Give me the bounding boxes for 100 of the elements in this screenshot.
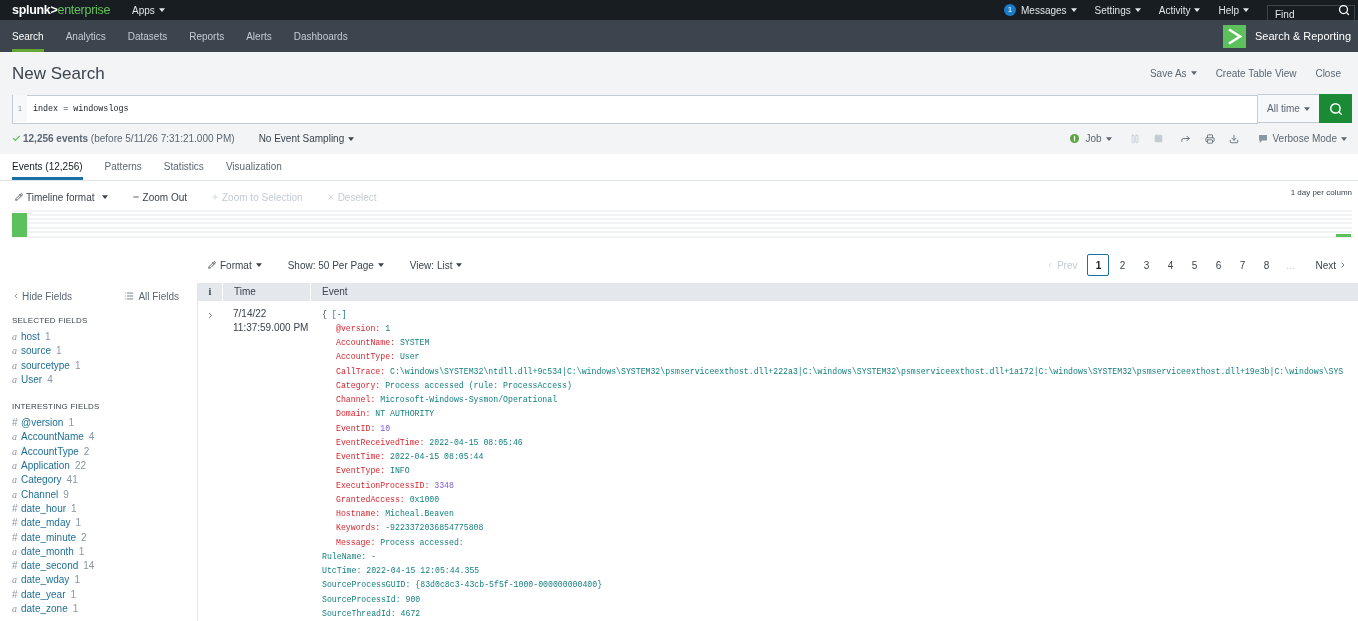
page-number[interactable]: 7	[1231, 254, 1254, 276]
page-number[interactable]: 8	[1255, 254, 1278, 276]
search-icon	[1328, 101, 1343, 116]
field-type-mark: a	[12, 444, 18, 459]
field-link[interactable]: date_second	[21, 559, 79, 574]
sampling-menu[interactable]: No Event Sampling	[258, 131, 355, 146]
field-type-mark: a	[12, 330, 18, 344]
field-value: NT AUTHORITY	[375, 408, 435, 421]
close-icon	[326, 193, 335, 201]
field-link[interactable]: date_zone	[21, 602, 68, 617]
page-number[interactable]: 6	[1207, 254, 1230, 276]
page-number[interactable]: 2	[1111, 254, 1134, 276]
message-line: SourceThreadId: 4672	[322, 607, 421, 620]
check-icon	[12, 134, 21, 143]
field-link[interactable]: host	[21, 330, 40, 345]
field-link[interactable]: sourcetype	[21, 358, 70, 373]
result-tab[interactable]: Events (12,256)	[12, 154, 83, 180]
field-value: 0x1000	[409, 493, 440, 506]
curved-arrow-icon[interactable]	[1179, 133, 1191, 144]
field-key: CallTrace:	[336, 364, 386, 379]
field-link[interactable]: AccountName	[21, 430, 84, 445]
field-count: 1	[44, 330, 51, 344]
field-link[interactable]: Category	[21, 473, 62, 488]
field-value: Micheal.Beaven	[385, 508, 454, 520]
top-menu-item[interactable]: 1 Messages	[1004, 0, 1077, 20]
field-link[interactable]: date_wday	[21, 573, 70, 588]
top-menu-item[interactable]: Settings	[1094, 0, 1141, 20]
field-value: 2022-04-15 08:05:46	[429, 436, 523, 449]
field-value: -9223372036854775808	[385, 522, 484, 535]
speech-bubble-icon	[1258, 134, 1267, 143]
minus-icon	[131, 193, 140, 201]
caret-icon	[1105, 136, 1112, 141]
mode-menu[interactable]: Verbose Mode	[1258, 131, 1347, 146]
field-link[interactable]: date_hour	[21, 501, 67, 517]
field-link[interactable]: @version	[21, 416, 64, 431]
caret-icon	[1243, 8, 1249, 12]
column-header: Event	[310, 283, 1358, 301]
nav-tab[interactable]: Alerts	[246, 20, 272, 52]
field-type-mark: #	[12, 501, 19, 516]
apps-menu[interactable]: Apps	[132, 2, 165, 18]
field-link[interactable]: source	[21, 344, 51, 359]
field-link[interactable]: date_year	[21, 587, 66, 603]
field-link[interactable]: AccountType	[21, 444, 79, 460]
field-type-mark: #	[12, 530, 19, 545]
result-tab[interactable]: Visualization	[225, 154, 282, 180]
page-number[interactable]: 3	[1135, 254, 1158, 276]
download-icon[interactable]	[1228, 133, 1239, 144]
field-count: 1	[68, 416, 74, 431]
info-column-header: i	[207, 285, 213, 300]
search-icon	[1338, 4, 1350, 16]
field-count: 41	[66, 473, 78, 488]
header-action[interactable]: Close	[1315, 65, 1341, 81]
field-count: 1	[75, 516, 82, 531]
results-option[interactable]: View: List	[409, 257, 463, 273]
nav-tab[interactable]: Dashboards	[293, 20, 348, 52]
pencil-icon	[15, 193, 23, 201]
page-number[interactable]: 1	[1087, 254, 1110, 276]
field-link[interactable]: date_month	[21, 544, 74, 560]
field-link[interactable]: date_minute	[21, 530, 77, 545]
line-number: 1	[13, 95, 27, 122]
field-link[interactable]: Channel	[21, 487, 59, 502]
stop-icon[interactable]	[1153, 134, 1163, 143]
field-link[interactable]: Application	[21, 459, 70, 474]
field-count: 1	[78, 544, 85, 559]
field-link[interactable]: User	[21, 372, 43, 388]
header-action[interactable]: Create Table View	[1215, 65, 1297, 81]
top-menu-item[interactable]: Help	[1218, 0, 1249, 20]
page-number[interactable]: 4	[1159, 254, 1182, 276]
timeline-action[interactable]: Zoom Out	[131, 189, 187, 205]
brand-logo[interactable]: splunk>enterprise	[12, 3, 111, 17]
next-page[interactable]: Next	[1315, 257, 1347, 273]
nav-tab[interactable]: Datasets	[127, 20, 168, 52]
hide-fields-button[interactable]: Hide Fields	[12, 288, 73, 304]
search-button[interactable]	[1319, 94, 1352, 123]
column-header: Time	[222, 283, 310, 301]
result-tab[interactable]: Patterns	[104, 154, 142, 180]
job-menu[interactable]: Job	[1070, 131, 1112, 146]
field-type-mark: a	[12, 358, 18, 373]
page-number[interactable]: 5	[1183, 254, 1206, 276]
nav-tab[interactable]: Analytics	[65, 20, 106, 52]
field-key: AccountType:	[336, 350, 395, 365]
app-title: Search & Reporting	[1255, 28, 1351, 44]
time-range-picker[interactable]: All time	[1258, 94, 1319, 123]
header-action[interactable]: Save As	[1149, 65, 1197, 81]
all-fields-button[interactable]: All Fields	[124, 288, 179, 304]
timeline-action[interactable]: Timeline format	[15, 189, 108, 205]
collapse-toggle[interactable]: [-]	[331, 307, 347, 322]
field-type-mark: a	[12, 372, 18, 387]
field-link[interactable]: date_mday	[21, 516, 71, 531]
print-icon[interactable]	[1204, 133, 1215, 144]
field-key: AccountName:	[336, 336, 395, 351]
top-menu-item[interactable]: Activity	[1158, 0, 1201, 20]
field-count: 22	[74, 459, 87, 474]
nav-tab[interactable]: Reports	[189, 20, 225, 52]
field-count: 4	[47, 372, 53, 387]
results-option[interactable]: Show: 50 Per Page	[287, 257, 384, 273]
results-option[interactable]: Format	[208, 257, 262, 273]
field-type-mark: a	[12, 344, 18, 359]
result-tab[interactable]: Statistics	[163, 154, 204, 180]
caret-icon	[377, 263, 384, 267]
